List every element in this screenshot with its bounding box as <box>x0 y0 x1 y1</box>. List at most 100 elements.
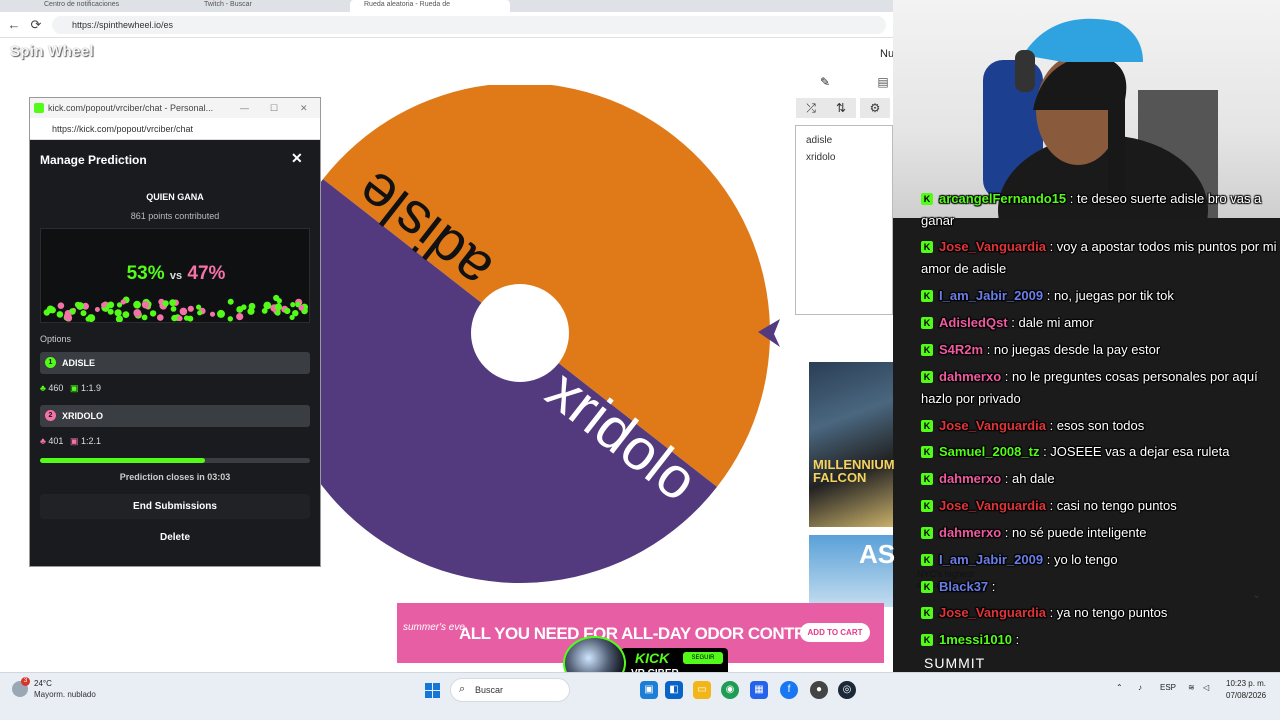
chat-username[interactable]: Black37 <box>939 579 988 594</box>
kick-window-title: kick.com/popout/vrciber/chat - Personal.… <box>48 103 214 113</box>
app-icon[interactable]: ▦ <box>750 681 768 699</box>
wifi-icon[interactable]: ≋ <box>1188 683 1195 692</box>
entry-item: adisle <box>806 135 833 146</box>
voter-dot <box>177 315 183 322</box>
chat-username[interactable]: dahmerxo <box>939 369 1001 384</box>
edge-app-icon[interactable]: ◉ <box>721 681 739 699</box>
percent-option-2: 47% <box>187 263 226 284</box>
back-button[interactable]: ← <box>6 17 22 33</box>
voter-dot <box>57 302 65 309</box>
option-adisle[interactable]: 1 ADISLE <box>40 352 310 374</box>
chat-message: K Jose_Vanguardia : ya no tengo puntos <box>921 602 1277 624</box>
address-bar[interactable]: https://spinthewheel.io/es <box>52 16 886 34</box>
voter-dot <box>115 315 123 322</box>
kick-badge-icon: K <box>921 473 933 485</box>
prize-wheel[interactable]: adisle xridolo <box>300 85 800 585</box>
chat-username[interactable]: S4R2m <box>939 342 983 357</box>
new-label[interactable]: Nu <box>880 48 894 60</box>
outlook-app-icon[interactable]: ◧ <box>665 681 683 699</box>
store-app-icon[interactable]: ▣ <box>640 681 658 699</box>
kick-address-bar[interactable]: https://kick.com/popout/vrciber/chat <box>30 118 320 140</box>
kick-badge-icon: K <box>921 581 933 593</box>
voter-dot <box>169 299 177 307</box>
ad-brand: summer's eve <box>403 622 465 633</box>
tab-twitch-search[interactable]: Twitch - Buscar <box>190 0 300 12</box>
follow-button[interactable]: SEGUIR <box>683 652 723 664</box>
kick-badge-icon: K <box>921 193 933 205</box>
wheel-center-hole[interactable] <box>471 284 569 382</box>
volume-icon[interactable]: ◁ <box>1203 683 1209 692</box>
users-icon: ♣ <box>40 383 46 393</box>
explorer-app-icon[interactable]: ▭ <box>693 681 711 699</box>
shuffle-icon[interactable]: ⤮ <box>796 98 826 118</box>
chat-username[interactable]: Jose_Vanguardia <box>939 418 1046 433</box>
manage-prediction-panel: Manage Prediction ✕ QUIEN GANA 861 point… <box>30 140 320 566</box>
close-icon[interactable]: ✕ <box>291 150 303 167</box>
kick-badge-icon: K <box>921 607 933 619</box>
percent-option-1: 53% <box>126 263 165 284</box>
chat-message: K Jose_Vanguardia : voy a apostar todos m… <box>921 236 1277 280</box>
editor-toolbar: ✎ ▤ ⤮ ⇅ ⚙ <box>796 72 893 122</box>
voter-dot <box>274 303 282 311</box>
chat-username[interactable]: AdisledQst <box>939 315 1008 330</box>
chat-username[interactable]: Jose_Vanguardia <box>939 498 1046 513</box>
side-advertisement[interactable]: MILLENNIUM FALCON <box>809 362 895 527</box>
minimize-icon[interactable]: — <box>240 98 249 118</box>
language-indicator[interactable]: ESP <box>1160 683 1176 692</box>
chat-username[interactable]: Jose_Vanguardia <box>939 605 1046 620</box>
chat-message: K Samuel_2008_tz : JOSEEE vas a dejar esa… <box>921 441 1277 463</box>
chat-username[interactable]: 1messi1010 <box>939 632 1012 647</box>
delete-button[interactable]: Delete <box>40 527 310 549</box>
option-stats: ♣ 401 ▣ 1:2.1 <box>40 436 101 447</box>
option-number-badge: 1 <box>45 357 56 368</box>
chat-text: : JOSEEE vas a dejar esa ruleta <box>1043 444 1230 459</box>
taskbar-search[interactable]: ⌕ Buscar <box>450 678 570 702</box>
voter-dot <box>76 302 84 310</box>
chat-text: : ah dale <box>1004 471 1055 486</box>
microphone-icon[interactable]: ♪ <box>1138 683 1142 692</box>
chat-username[interactable]: dahmerxo <box>939 471 1001 486</box>
chat-message: K Black37 : <box>921 576 1277 598</box>
window-close-icon[interactable]: ✕ <box>300 98 308 118</box>
tab-notifications[interactable]: Centro de notificaciones <box>30 0 140 12</box>
option-stats: ♣ 460 ▣ 1:1.9 <box>40 383 101 394</box>
add-to-cart-button[interactable]: ADD TO CART <box>800 623 870 642</box>
chat-text: : casi no tengo puntos <box>1049 498 1177 513</box>
chevron-up-icon[interactable]: ⌃ <box>1116 683 1123 692</box>
chat-username[interactable]: dahmerxo <box>939 525 1001 540</box>
summit-label: SUMMIT <box>924 655 986 671</box>
kick-badge-icon: K <box>921 344 933 356</box>
tab-wheel[interactable]: Rueda aleatoria - Rueda de <box>350 0 510 12</box>
side-advertisement-2[interactable]: AS NYC's highest elevator <box>809 535 974 607</box>
kick-badge-icon: K <box>921 634 933 646</box>
chat-username[interactable]: Samuel_2008_tz <box>939 444 1039 459</box>
clock-time[interactable]: 10:23 p. m. <box>1226 679 1266 688</box>
weather-description[interactable]: Mayorm. nublado <box>34 690 96 699</box>
pencil-icon[interactable]: ✎ <box>810 72 840 92</box>
weather-temperature[interactable]: 24°C <box>34 679 52 688</box>
site-logo[interactable]: Spin Wheel <box>10 43 94 60</box>
settings-icon[interactable]: ⚙ <box>860 98 890 118</box>
voter-dot <box>236 313 244 321</box>
search-placeholder: Buscar <box>475 685 504 695</box>
facebook-app-icon[interactable]: f <box>780 681 798 699</box>
chat-username[interactable]: arcangelFernando15 <box>939 191 1066 206</box>
voter-dot <box>276 298 282 304</box>
chevron-down-icon[interactable]: ⌄ <box>1252 588 1261 601</box>
chat-username[interactable]: Jose_Vanguardia <box>939 239 1046 254</box>
steam-app-icon[interactable]: ◎ <box>838 681 856 699</box>
refresh-button[interactable]: ⟳ <box>28 17 44 33</box>
option-name: ADISLE <box>62 358 96 368</box>
obs-app-icon[interactable]: ● <box>810 681 828 699</box>
chat-text: : <box>1015 632 1020 647</box>
option-xridolo[interactable]: 2 XRIDOLO <box>40 405 310 427</box>
clock-date[interactable]: 07/08/2026 <box>1226 691 1266 700</box>
sort-icon[interactable]: ⇅ <box>826 98 856 118</box>
start-button[interactable] <box>425 683 441 699</box>
ratio-icon: ▣ <box>69 436 79 446</box>
chat-username[interactable]: I_am_Jabir_2009 <box>939 288 1043 303</box>
end-submissions-button[interactable]: End Submissions <box>40 494 310 519</box>
chat-username[interactable]: I_am_Jabir_2009 <box>939 552 1043 567</box>
entries-textarea[interactable]: adisle xridolo <box>795 125 893 315</box>
maximize-icon[interactable]: ☐ <box>270 98 278 118</box>
